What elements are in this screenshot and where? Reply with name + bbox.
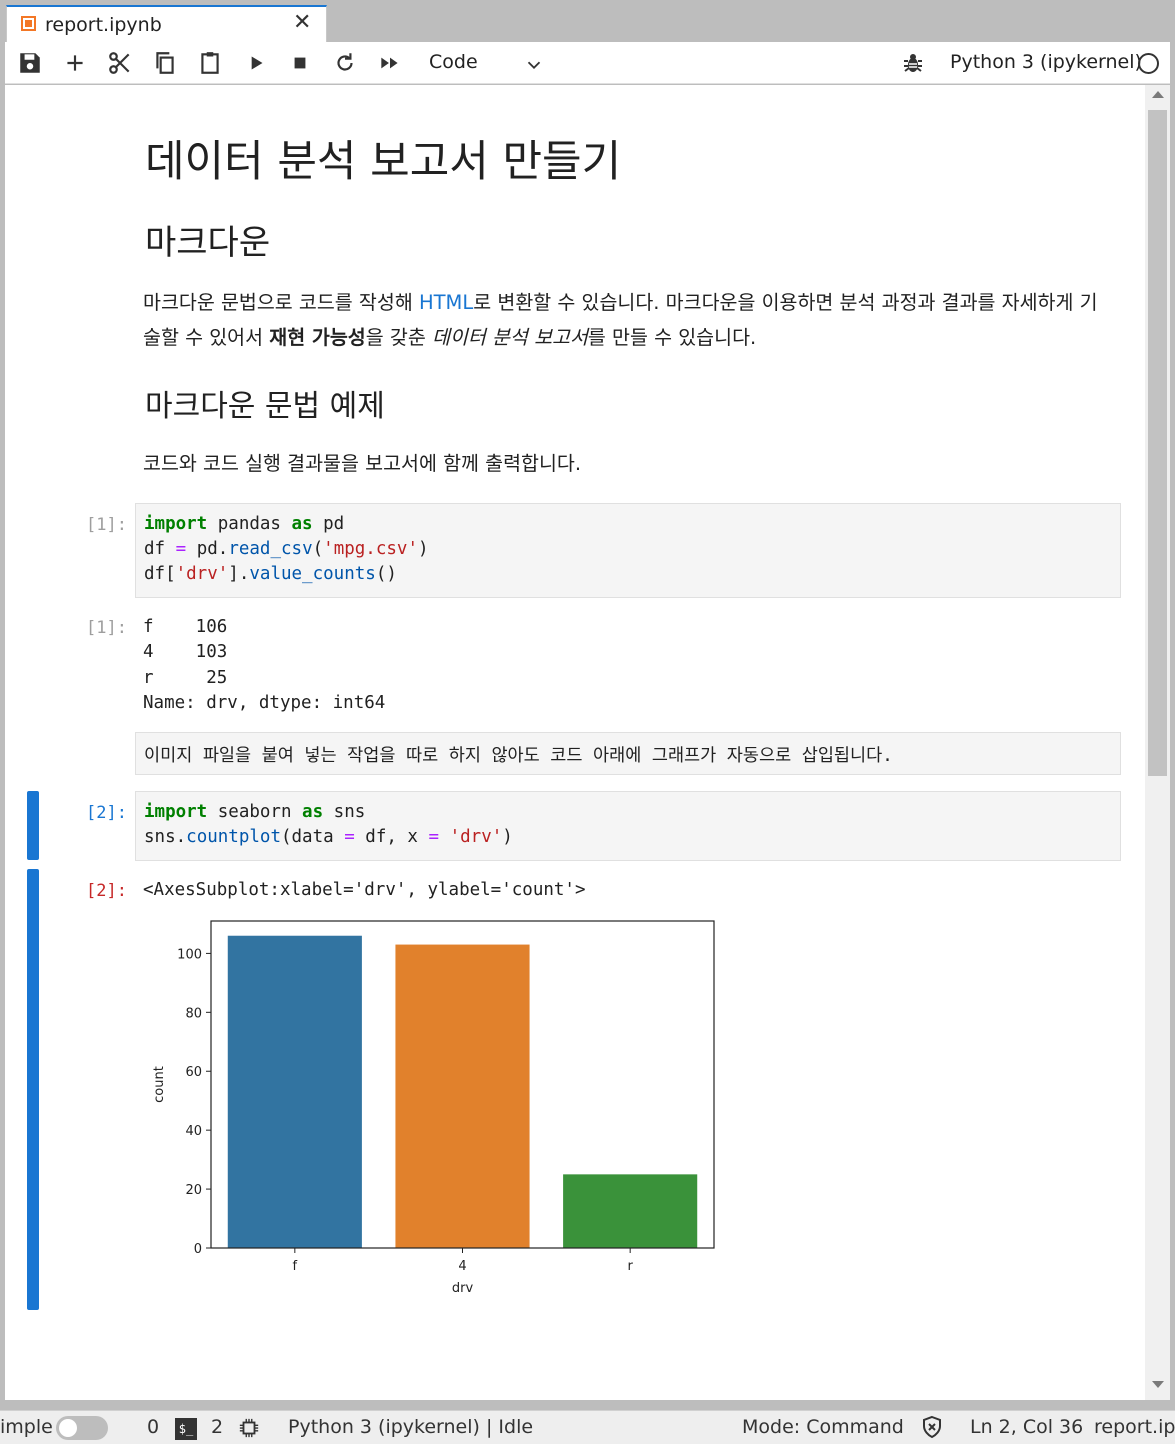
y-axis-label: count bbox=[152, 1066, 167, 1103]
cell-type-label: Code bbox=[429, 51, 478, 73]
debugger-bug-icon[interactable] bbox=[901, 51, 925, 75]
run-all-icon[interactable] bbox=[377, 50, 403, 76]
simple-mode-label: imple bbox=[0, 1416, 53, 1438]
code-cell-1-editor[interactable]: import pandas as pd df = pd.read_csv('mp… bbox=[135, 503, 1121, 598]
output-line: r 25 bbox=[143, 668, 228, 688]
run-icon[interactable] bbox=[243, 50, 269, 76]
countplot-chart: f 4 r 0 20 40 60 80 100 drv count bbox=[152, 920, 715, 1296]
stop-icon[interactable] bbox=[287, 50, 313, 76]
y-tick-label: 100 bbox=[177, 947, 202, 962]
terminal-icon[interactable]: $_ bbox=[175, 1418, 197, 1440]
chevron-down-icon bbox=[527, 61, 541, 70]
scroll-thumb[interactable] bbox=[1148, 110, 1167, 776]
kernel-name[interactable]: Python 3 (ipykernel) bbox=[950, 51, 1142, 73]
notebook-toolbar: Code Python 3 (ipykernel) bbox=[5, 42, 1170, 84]
copy-icon[interactable] bbox=[152, 50, 178, 76]
x-tick-label: r bbox=[627, 1259, 633, 1274]
x-tick-label: f bbox=[293, 1259, 298, 1274]
active-cell-indicator[interactable] bbox=[27, 791, 39, 860]
y-tick-label: 0 bbox=[194, 1242, 202, 1257]
output-text: <AxesSubplot:xlabel='drv', ylabel='count… bbox=[143, 880, 586, 900]
output-line: Name: drv, dtype: int64 bbox=[143, 693, 386, 713]
output-prompt-2: [2]: bbox=[86, 881, 127, 901]
code-line: df['drv'].value_counts() bbox=[144, 564, 397, 584]
bar-f bbox=[227, 935, 362, 1248]
y-tick-label: 40 bbox=[185, 1124, 202, 1139]
scroll-down-arrow-icon[interactable] bbox=[1152, 1381, 1164, 1388]
output-prompt-1: [1]: bbox=[86, 618, 127, 638]
chip-icon[interactable] bbox=[238, 1417, 260, 1439]
input-prompt-1: [1]: bbox=[86, 515, 127, 535]
heading-1: 데이터 분석 보고서 만들기 bbox=[145, 137, 622, 187]
restart-icon[interactable] bbox=[332, 50, 358, 76]
vertical-scrollbar[interactable] bbox=[1145, 85, 1170, 1400]
mode-indicator: Mode: Command bbox=[742, 1416, 904, 1438]
terminal-count: 0 bbox=[147, 1416, 160, 1438]
input-prompt-2: [2]: bbox=[86, 803, 127, 823]
cell-type-dropdown[interactable]: Code bbox=[423, 50, 551, 78]
x-tick-label: 4 bbox=[458, 1259, 466, 1274]
scroll-up-arrow-icon[interactable] bbox=[1152, 91, 1164, 98]
notebook-icon bbox=[21, 16, 36, 31]
output-line: 4 103 bbox=[143, 642, 228, 662]
code-line: df = pd.read_csv('mpg.csv') bbox=[144, 539, 429, 559]
y-tick-label: 20 bbox=[185, 1183, 202, 1198]
active-output-indicator[interactable] bbox=[27, 869, 39, 1310]
y-tick-label: 80 bbox=[185, 1006, 202, 1021]
close-icon[interactable]: ✕ bbox=[293, 10, 311, 35]
markdown-paragraph: 마크다운 문법으로 코드를 작성해 HTML로 변환할 수 있습니다. 마크다운… bbox=[143, 291, 1098, 349]
code-line: sns.countplot(data = df, x = 'drv') bbox=[144, 827, 513, 847]
raw-cell[interactable]: 이미지 파일을 붙여 넣는 작업을 따로 하지 않아도 코드 아래에 그래프가 … bbox=[135, 732, 1121, 775]
heading-2: 마크다운 bbox=[145, 223, 271, 263]
cut-icon[interactable] bbox=[107, 50, 133, 76]
heading-3: 마크다운 문법 예제 bbox=[145, 389, 385, 424]
x-axis-label: drv bbox=[452, 1281, 474, 1296]
kernel-status-text[interactable]: Python 3 (ipykernel) | Idle bbox=[288, 1416, 533, 1438]
notebook-tab[interactable]: report.ipynb ✕ bbox=[6, 5, 327, 42]
code-cell-2-editor[interactable]: import seaborn as sns sns.countplot(data… bbox=[135, 791, 1121, 861]
notebook-panel: 데이터 분석 보고서 만들기 마크다운 마크다운 문법으로 코드를 작성해 HT… bbox=[5, 85, 1170, 1400]
cursor-position[interactable]: Ln 2, Col 36 bbox=[970, 1416, 1083, 1438]
shield-icon[interactable] bbox=[920, 1415, 944, 1439]
status-file-name: report.ipy bbox=[1094, 1416, 1175, 1438]
code-line: import seaborn as sns bbox=[144, 802, 366, 822]
kernel-count: 2 bbox=[211, 1416, 224, 1438]
bar-r bbox=[563, 1174, 698, 1248]
status-bar: imple 0 $_ 2 Python 3 (ipykernel) | Idle… bbox=[0, 1410, 1175, 1444]
code-line: import pandas as pd bbox=[144, 514, 345, 534]
markdown-paragraph-2: 코드와 코드 실행 결과물을 보고서에 함께 출력합니다. bbox=[143, 452, 582, 475]
y-tick-label: 60 bbox=[185, 1065, 202, 1080]
add-cell-icon[interactable] bbox=[62, 50, 88, 76]
tab-title: report.ipynb bbox=[45, 14, 162, 36]
bar-4 bbox=[395, 944, 530, 1248]
simple-mode-toggle[interactable] bbox=[56, 1416, 108, 1440]
tab-bar: report.ipynb ✕ bbox=[0, 0, 1175, 42]
paste-icon[interactable] bbox=[197, 50, 223, 76]
html-link[interactable]: HTML bbox=[419, 291, 473, 314]
output-line: f 106 bbox=[143, 617, 228, 637]
kernel-idle-circle-icon bbox=[1138, 53, 1159, 74]
raw-cell-text: 이미지 파일을 붙여 넣는 작업을 따로 하지 않아도 코드 아래에 그래프가 … bbox=[144, 746, 893, 766]
save-icon[interactable] bbox=[17, 50, 43, 76]
